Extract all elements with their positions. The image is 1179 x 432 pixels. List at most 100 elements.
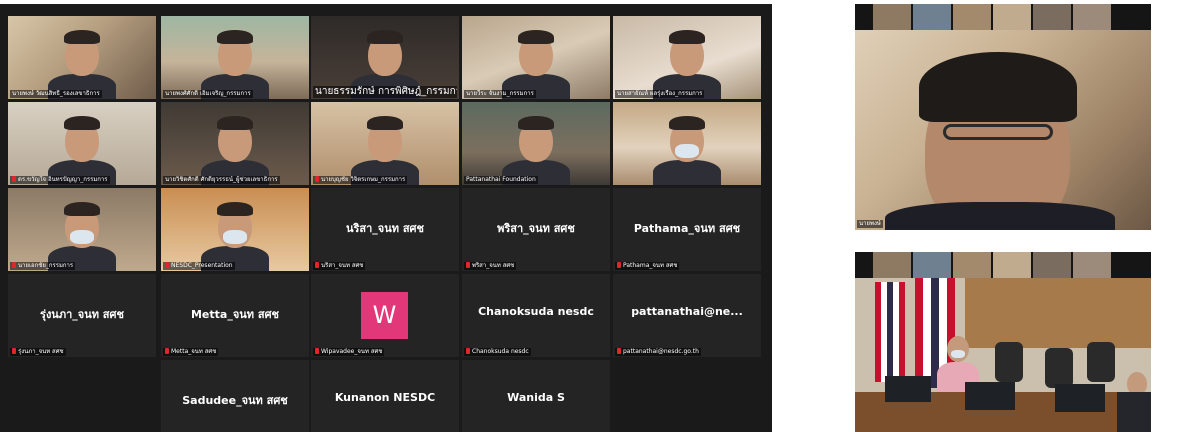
mic-muted-icon xyxy=(315,348,319,354)
mic-muted-icon xyxy=(617,348,621,354)
participant-display-name: Chanoksuda nesdc xyxy=(478,305,594,318)
mic-muted-icon xyxy=(12,262,16,268)
participant-display-name: นริสา_จนท สศช xyxy=(345,222,425,235)
participant-name: นายสายัณห์ ผลรุ่งเรือง_กรรมการ xyxy=(617,90,703,97)
participant-name-label: Pathama_จนท สศช xyxy=(615,262,680,270)
participant-tile[interactable]: นายวีระ จั่นงาม_กรรมการ xyxy=(462,16,610,99)
participant-video xyxy=(462,102,610,185)
participant-tile[interactable]: Chanoksuda nesdc Chanoksuda nesdc xyxy=(462,274,610,357)
participant-name: Metta_จนท สศช xyxy=(171,348,217,355)
participant-name: Pathama_จนท สศช xyxy=(623,262,678,269)
participant-name-label: นริสา_จนท สศช xyxy=(313,262,366,270)
participant-tile[interactable]: Wanida S xyxy=(462,360,610,432)
participant-name-label: นายพงศ์ศักดิ์ เอิ่มเจริญ_กรรมการ xyxy=(163,90,253,98)
participant-name-label: นายบุญชัย วิจิตรเกษม_กรรมการ xyxy=(313,176,408,184)
mic-muted-icon xyxy=(165,348,169,354)
participant-name-label: พริสา_จนท สศช xyxy=(464,262,517,270)
participant-tile[interactable]: พริสา_จนท สศช พริสา_จนท สศช xyxy=(462,188,610,271)
participant-display-name: pattanathai@ne... xyxy=(631,305,743,318)
mic-muted-icon xyxy=(315,176,319,182)
strip-thumbnail[interactable] xyxy=(913,252,951,278)
participant-tile[interactable]: นายบุญชัย วิจิตรเกษม_กรรมการ xyxy=(311,102,459,185)
gallery-view: นายพงษ์ วัฒนสิทธิ์_รองเลขาธิการ นายพงศ์ศั… xyxy=(0,4,772,432)
mic-muted-icon xyxy=(466,262,470,268)
participant-video xyxy=(613,16,761,99)
participant-video xyxy=(311,102,459,185)
participant-name-label: pattanathai@nesdc.go.th xyxy=(615,348,701,356)
participant-tile xyxy=(613,360,761,432)
strip-thumbnail[interactable] xyxy=(953,4,991,30)
participant-tile[interactable]: Metta_จนท สศช Metta_จนท สศช xyxy=(161,274,309,357)
participant-tile[interactable]: นายสายัณห์ ผลรุ่งเรือง_กรรมการ xyxy=(613,16,761,99)
strip-thumbnail[interactable] xyxy=(953,252,991,278)
participant-video xyxy=(613,102,761,185)
participant-video xyxy=(161,188,309,271)
participant-name: นายพงศ์ศักดิ์ เอิ่มเจริญ_กรรมการ xyxy=(165,90,251,97)
participant-name: พริสา_จนท สศช xyxy=(472,262,515,269)
participant-name: Chanoksuda nesdc xyxy=(472,348,529,355)
mic-muted-icon xyxy=(466,348,470,354)
strip-thumbnail[interactable] xyxy=(913,4,951,30)
participant-tile[interactable]: นายธรรมรักษ์ การพิศิษฎ์_กรรมการ xyxy=(311,16,459,99)
participant-name-label: นายวิชิตศักดิ์ ศักดิ์ยุวรรธน์_ผู้ช่วยเลข… xyxy=(163,176,280,184)
participant-video xyxy=(161,16,309,99)
participant-name: นายเอกชัย_กรรมการ xyxy=(18,262,74,269)
participant-tile[interactable]: นายวิชิตศักดิ์ ศักดิ์ยุวรรธน์_ผู้ช่วยเลข… xyxy=(161,102,309,185)
strip-thumbnail[interactable] xyxy=(993,252,1031,278)
participant-tile xyxy=(8,360,156,432)
participant-name: นายพงษ์ วัฒนสิทธิ์_รองเลขาธิการ xyxy=(12,90,100,97)
participant-tile[interactable]: นายพงษ์ วัฒนสิทธิ์_รองเลขาธิการ xyxy=(8,16,156,99)
participant-name-label: Pattanathai Foundation xyxy=(464,176,538,184)
participant-name-label: NESDC_Presentation xyxy=(163,262,235,270)
participant-tile[interactable]: Kunanon NESDC xyxy=(311,360,459,432)
participant-tile[interactable]: ดร.ขวัญใจ อินทรปัญญา_กรรมการ xyxy=(8,102,156,185)
participant-name: NESDC_Presentation xyxy=(171,262,233,269)
participant-tile[interactable]: นายเอกชัย_กรรมการ xyxy=(8,188,156,271)
participant-tile[interactable]: Pattanathai Foundation xyxy=(462,102,610,185)
participant-name-label: นายธรรมรักษ์ การพิศิษฎ์_กรรมการ xyxy=(313,86,457,98)
participant-name: นายธรรมรักษ์ การพิศิษฎ์_กรรมการ xyxy=(315,86,457,97)
participant-video xyxy=(462,16,610,99)
strip-thumbnail[interactable] xyxy=(873,252,911,278)
participant-display-name: Metta_จนท สศช xyxy=(190,308,280,321)
participant-tile[interactable]: NESDC_Presentation xyxy=(161,188,309,271)
participant-name: Wipavadee_จนท สศช xyxy=(321,348,383,355)
participant-tile[interactable]: W Wipavadee_จนท สศช xyxy=(311,274,459,357)
participant-name-label: Wipavadee_จนท สศช xyxy=(313,348,385,356)
room-view xyxy=(855,252,1151,432)
strip-thumbnail[interactable] xyxy=(1033,252,1071,278)
strip-thumbnail[interactable] xyxy=(1033,4,1071,30)
participant-name-label: นายวีระ จั่นงาม_กรรมการ xyxy=(464,90,536,98)
participant-strip[interactable] xyxy=(855,252,1151,278)
participant-name: ดร.ขวัญใจ อินทรปัญญา_กรรมการ xyxy=(18,176,108,183)
active-speaker-view: นายพงษ์ xyxy=(855,4,1151,230)
participant-tile[interactable]: นายพงศ์ศักดิ์ เอิ่มเจริญ_กรรมการ xyxy=(161,16,309,99)
participant-strip[interactable] xyxy=(855,4,1151,30)
participant-tile[interactable]: นริสา_จนท สศช นริสา_จนท สศช xyxy=(311,188,459,271)
mic-muted-icon xyxy=(165,262,169,268)
participant-display-name: Wanida S xyxy=(507,391,565,404)
participant-tile[interactable]: Sadudee_จนท สศช xyxy=(161,360,309,432)
strip-thumbnail[interactable] xyxy=(1073,252,1111,278)
participant-name: pattanathai@nesdc.go.th xyxy=(623,348,699,355)
mic-muted-icon xyxy=(617,262,621,268)
strip-thumbnail[interactable] xyxy=(993,4,1031,30)
participant-video xyxy=(161,102,309,185)
strip-thumbnail[interactable] xyxy=(1073,4,1111,30)
participant-name-label: Metta_จนท สศช xyxy=(163,348,219,356)
strip-thumbnail[interactable] xyxy=(873,4,911,30)
avatar: W xyxy=(361,292,408,339)
participant-tile[interactable] xyxy=(613,102,761,185)
participant-name: นริสา_จนท สศช xyxy=(321,262,364,269)
participant-tile[interactable]: pattanathai@ne... pattanathai@nesdc.go.th xyxy=(613,274,761,357)
participant-video xyxy=(8,102,156,185)
participant-name: รุ่งนภา_จนท สศช xyxy=(18,348,64,355)
participant-tile[interactable]: Pathama_จนท สศช Pathama_จนท สศช xyxy=(613,188,761,271)
participant-display-name: พริสา_จนท สศช xyxy=(497,222,575,235)
participant-tile[interactable]: รุ่งนภา_จนท สศช รุ่งนภา_จนท สศช xyxy=(8,274,156,357)
participant-name-label: ดร.ขวัญใจ อินทรปัญญา_กรรมการ xyxy=(10,176,110,184)
mic-muted-icon xyxy=(12,348,16,354)
participant-display-name: Sadudee_จนท สศช xyxy=(182,394,288,407)
participant-name: นายวีระ จั่นงาม_กรรมการ xyxy=(466,90,534,97)
participant-name-label: Chanoksuda nesdc xyxy=(464,348,531,356)
